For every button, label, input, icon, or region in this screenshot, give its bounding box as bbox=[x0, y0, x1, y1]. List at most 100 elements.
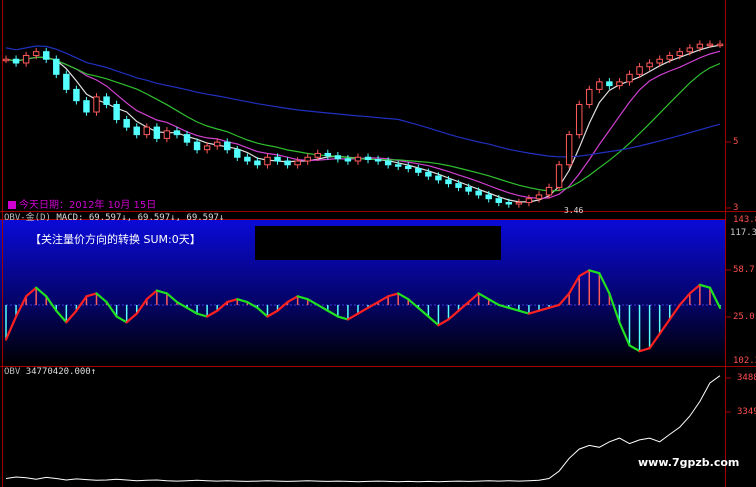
obv-axis-label-3349: 3349 bbox=[737, 407, 756, 417]
candle-body bbox=[626, 73, 633, 83]
macd-axis-label-top: 143.8 bbox=[733, 215, 756, 225]
candle-body bbox=[63, 73, 70, 90]
candle-body bbox=[254, 160, 261, 166]
macd-caption: 【关注量价方向的转换 SUM:0天】 bbox=[30, 233, 201, 246]
date-marker-icon bbox=[8, 201, 16, 209]
price-axis-label-5: 5 bbox=[733, 137, 739, 147]
date-label-text: 今天日期：2012年 10月 15日 bbox=[19, 200, 157, 211]
candle-body bbox=[364, 156, 372, 160]
obv-value-line: 34770420.000↑ bbox=[25, 367, 97, 377]
obv-panel-name: OBV bbox=[4, 367, 21, 377]
candle-body bbox=[264, 156, 271, 166]
candle-body bbox=[535, 194, 543, 200]
candle-body bbox=[183, 134, 191, 143]
macd-axis-label-587: 58.7 bbox=[733, 265, 755, 275]
candle-body bbox=[334, 155, 342, 160]
candle-body bbox=[123, 119, 130, 128]
candle-body bbox=[173, 130, 181, 136]
candle-body bbox=[32, 51, 40, 56]
candle-body bbox=[445, 179, 452, 185]
candle-body bbox=[636, 66, 643, 75]
macd-axis-label-250: 25.0 bbox=[733, 312, 755, 322]
candle-body bbox=[586, 88, 593, 105]
price-chart bbox=[2, 40, 724, 208]
macd-title: OBV-金(D) MACD: 69.597↓, 69.597↓, 69.597↓ bbox=[4, 213, 224, 224]
candle-body bbox=[555, 164, 563, 188]
candle-body bbox=[606, 81, 613, 87]
candle-body bbox=[234, 149, 241, 158]
macd-axis-label-bottom: 102.3 bbox=[733, 356, 756, 366]
candle-body bbox=[525, 198, 533, 203]
candle-body bbox=[455, 183, 462, 188]
ma-purple-line bbox=[5, 50, 721, 200]
blacked-out-area bbox=[255, 226, 501, 260]
candle-body bbox=[384, 160, 392, 166]
candle-body bbox=[646, 62, 653, 68]
low-price-label: 3.46 bbox=[564, 206, 584, 215]
date-label: 今天日期：2012年 10月 15日 bbox=[8, 196, 156, 211]
candle-body bbox=[485, 194, 492, 200]
candle-body bbox=[103, 96, 110, 105]
candle-body bbox=[596, 81, 603, 90]
candle-body bbox=[284, 160, 291, 166]
candle-body bbox=[113, 103, 120, 121]
candle-body bbox=[394, 164, 402, 167]
price-axis-label-3: 3 bbox=[733, 203, 739, 213]
candle-body bbox=[465, 186, 472, 192]
candle-body bbox=[324, 152, 332, 157]
candle-body bbox=[133, 126, 140, 136]
candle-body bbox=[656, 58, 663, 64]
candle-body bbox=[415, 168, 422, 173]
macd-indicator-line: MACD: 69.597↓, 69.597↓, 69.597↓ bbox=[56, 213, 225, 223]
candle-body bbox=[515, 201, 523, 205]
candle-body bbox=[163, 130, 171, 139]
candle-body bbox=[495, 198, 502, 203]
ma-white-line bbox=[5, 44, 721, 203]
candle-body bbox=[344, 158, 352, 162]
candle-body bbox=[686, 47, 694, 53]
candle-body bbox=[22, 54, 30, 64]
candle-body bbox=[244, 156, 251, 162]
candle-body bbox=[706, 43, 714, 47]
candle-body bbox=[294, 160, 301, 166]
candle-body bbox=[53, 58, 60, 75]
candle-body bbox=[354, 156, 362, 162]
candle-body bbox=[374, 158, 382, 162]
candle-body bbox=[425, 171, 432, 177]
candle-body bbox=[274, 156, 281, 162]
ma-blue-line bbox=[5, 45, 721, 158]
candle-body bbox=[73, 88, 80, 102]
candle-body bbox=[545, 186, 553, 196]
candle-body bbox=[42, 51, 50, 60]
candle-body bbox=[405, 165, 412, 170]
candle-body bbox=[314, 152, 321, 158]
candle-body bbox=[716, 43, 724, 47]
candle-body bbox=[193, 141, 201, 151]
candle-body bbox=[565, 134, 573, 166]
candle-body bbox=[203, 145, 211, 151]
candle-body bbox=[666, 54, 673, 60]
candle-body bbox=[83, 100, 90, 113]
obv-line bbox=[5, 375, 721, 483]
candle-body bbox=[505, 201, 513, 205]
candle-body bbox=[575, 103, 583, 136]
candle-body bbox=[475, 190, 482, 196]
obv-chart bbox=[5, 375, 721, 483]
candle-body bbox=[676, 51, 684, 56]
candle-body bbox=[616, 81, 623, 87]
candle-body bbox=[224, 141, 231, 151]
candle-body bbox=[435, 175, 442, 181]
obv-axis-label-3488: 3488 bbox=[737, 373, 756, 383]
macd-panel-name: OBV-金(D) bbox=[4, 213, 51, 223]
obv-title: OBV 34770420.000↑ bbox=[4, 367, 96, 378]
candle-body bbox=[213, 141, 221, 147]
macd-current-value-badge: 117.32 bbox=[729, 228, 756, 238]
candle-body bbox=[2, 58, 10, 62]
candle-body bbox=[143, 126, 151, 136]
candle-body bbox=[696, 43, 704, 49]
watermark: www.7gpzb.com bbox=[638, 456, 740, 469]
candle-body bbox=[12, 58, 20, 64]
candle-body bbox=[93, 96, 100, 113]
candle-body bbox=[304, 156, 311, 162]
candle-body bbox=[153, 126, 161, 139]
